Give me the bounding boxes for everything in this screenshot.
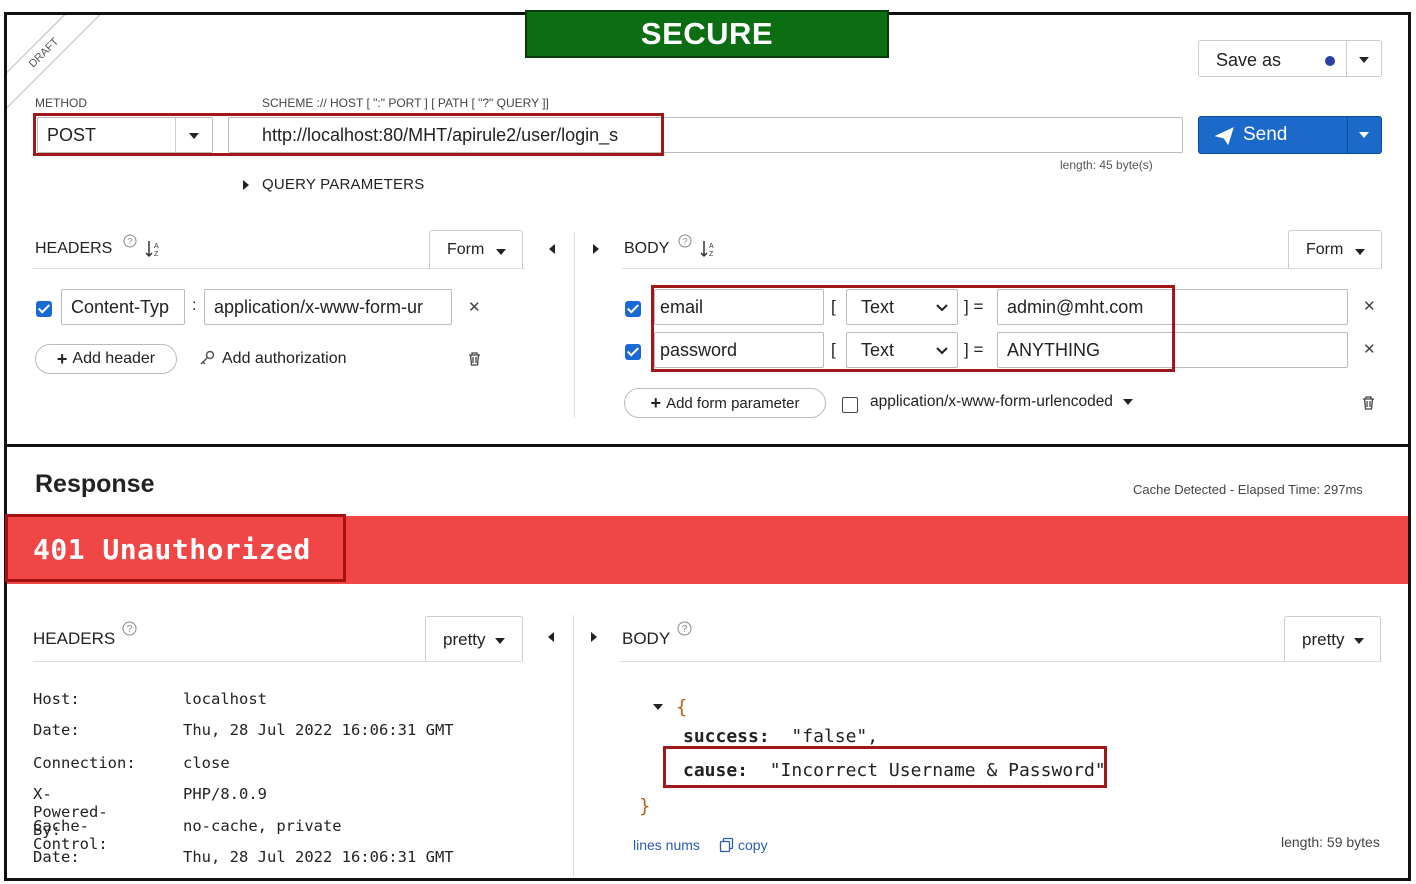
chevron-down-icon bbox=[1123, 398, 1134, 405]
add-form-parameter-label: Add form parameter bbox=[666, 394, 800, 412]
sort-icon[interactable]: AZ bbox=[700, 240, 717, 258]
add-form-parameter-button[interactable]: + Add form parameter bbox=[624, 388, 826, 418]
response-headers-title: HEADERS bbox=[33, 629, 116, 648]
chevron-down-icon bbox=[1354, 638, 1364, 644]
save-as-button[interactable]: Save as bbox=[1198, 40, 1382, 77]
url-length: length: 45 byte(s) bbox=[1060, 158, 1153, 172]
response-title: Response bbox=[35, 470, 155, 498]
help-icon[interactable]: ? bbox=[122, 621, 137, 636]
request-headers-title: HEADERS bbox=[35, 240, 113, 257]
response-headers-mode: pretty bbox=[443, 630, 486, 649]
cache-info: Cache Detected - Elapsed Time: 297ms bbox=[1133, 482, 1363, 497]
svg-text:?: ? bbox=[682, 237, 687, 247]
collapse-left-icon[interactable] bbox=[548, 632, 554, 642]
trash-icon[interactable] bbox=[468, 352, 481, 366]
remove-param-icon[interactable]: ✕ bbox=[1363, 297, 1376, 315]
header-name-input[interactable]: Content-Typ bbox=[61, 289, 185, 325]
expand-arrow-icon[interactable] bbox=[243, 180, 249, 190]
response-length: length: 59 bytes bbox=[1281, 834, 1380, 850]
credentials-highlight bbox=[651, 285, 1175, 372]
save-as-label: Save as bbox=[1216, 50, 1282, 70]
response-body-pretty-dropdown[interactable]: pretty bbox=[1284, 616, 1381, 662]
response-panel bbox=[4, 444, 1411, 881]
content-type-label: application/x-www-form-urlencoded bbox=[870, 393, 1113, 410]
header-value: application/x-www-form-ur bbox=[214, 296, 424, 317]
add-authorization-link[interactable]: Add authorization bbox=[222, 350, 347, 368]
trash-icon[interactable] bbox=[1362, 396, 1375, 410]
chevron-down-icon bbox=[1355, 249, 1365, 255]
headers-mode-label: Form bbox=[447, 241, 485, 258]
header-name: Content-Typ bbox=[71, 296, 170, 317]
json-key: success: bbox=[683, 726, 770, 747]
query-parameters-toggle[interactable]: QUERY PARAMETERS bbox=[262, 176, 424, 193]
svg-text:A: A bbox=[154, 243, 159, 250]
cause-highlight bbox=[663, 746, 1107, 788]
key-icon bbox=[200, 350, 215, 365]
json-value: "false", bbox=[791, 726, 879, 747]
add-header-button[interactable]: + Add header bbox=[35, 344, 177, 374]
send-dropdown-icon[interactable] bbox=[1359, 132, 1369, 138]
collapse-left-icon[interactable] bbox=[549, 244, 555, 254]
send-button[interactable]: Send bbox=[1198, 116, 1382, 154]
copy-icon[interactable] bbox=[719, 837, 735, 853]
add-header-label: Add header bbox=[72, 350, 156, 367]
json-collapse-icon[interactable] bbox=[653, 704, 663, 710]
request-body-title: BODY bbox=[624, 240, 670, 257]
svg-text:?: ? bbox=[682, 624, 688, 635]
svg-text:Z: Z bbox=[154, 251, 159, 258]
copy-link[interactable]: copy bbox=[738, 837, 768, 853]
chevron-down-icon bbox=[496, 249, 506, 255]
json-close-brace: } bbox=[639, 795, 651, 817]
paper-plane-icon bbox=[1215, 127, 1234, 145]
json-open-brace: { bbox=[676, 696, 688, 718]
response-body-mode: pretty bbox=[1302, 630, 1345, 649]
help-icon[interactable]: ? bbox=[123, 234, 137, 248]
chevron-down-icon bbox=[495, 638, 505, 644]
response-headers-pretty-dropdown[interactable]: pretty bbox=[425, 616, 523, 662]
body-form-dropdown[interactable]: Form bbox=[1288, 230, 1382, 269]
help-icon[interactable]: ? bbox=[677, 621, 692, 636]
method-url-highlight bbox=[33, 113, 664, 156]
json-success-line: success: "false", bbox=[683, 726, 878, 747]
body-mode-label: Form bbox=[1306, 241, 1344, 258]
remove-param-icon[interactable]: ✕ bbox=[1363, 340, 1376, 358]
plus-icon: + bbox=[56, 348, 68, 369]
response-body-title: BODY bbox=[622, 629, 671, 648]
content-type-checkbox[interactable] bbox=[842, 397, 858, 413]
remove-header-icon[interactable]: ✕ bbox=[468, 298, 481, 316]
body-param-checkbox[interactable] bbox=[625, 301, 641, 317]
status-highlight bbox=[5, 514, 346, 582]
svg-text:A: A bbox=[709, 243, 714, 250]
help-icon[interactable]: ? bbox=[678, 234, 692, 248]
header-value-input[interactable]: application/x-www-form-ur bbox=[204, 289, 452, 325]
collapse-right-icon[interactable] bbox=[591, 632, 597, 642]
save-as-dropdown-icon[interactable] bbox=[1359, 57, 1369, 63]
sort-icon[interactable]: AZ bbox=[145, 240, 162, 258]
collapse-right-icon[interactable] bbox=[593, 244, 599, 254]
svg-text:?: ? bbox=[127, 237, 132, 247]
headers-form-dropdown[interactable]: Form bbox=[429, 230, 523, 269]
plus-icon: + bbox=[650, 392, 662, 413]
content-type-dropdown[interactable]: application/x-www-form-urlencoded bbox=[870, 393, 1134, 411]
lines-nums-link[interactable]: lines nums bbox=[633, 837, 700, 853]
svg-text:?: ? bbox=[127, 624, 133, 635]
url-format-label: SCHEME :// HOST [ ":" PORT ] [ PATH [ "?… bbox=[262, 96, 549, 110]
header-enabled-checkbox[interactable] bbox=[36, 301, 52, 317]
send-label: Send bbox=[1243, 124, 1288, 145]
status-dot-icon bbox=[1325, 56, 1335, 66]
svg-text:Z: Z bbox=[709, 251, 714, 258]
body-param-checkbox[interactable] bbox=[625, 344, 641, 360]
method-label: METHOD bbox=[35, 96, 87, 110]
secure-banner: SECURE bbox=[525, 10, 889, 58]
